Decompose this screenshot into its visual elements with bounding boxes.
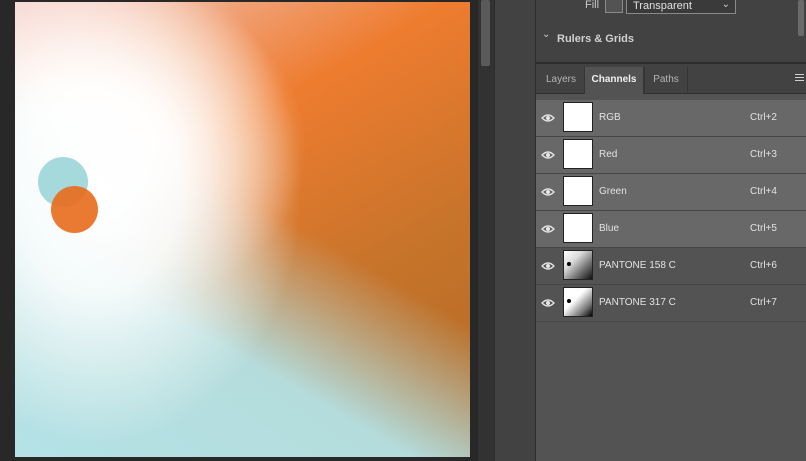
panel-menu-icon[interactable]: [795, 74, 804, 82]
document-canvas[interactable]: [15, 2, 470, 457]
channel-name: Blue: [599, 223, 620, 234]
tab-layers[interactable]: Layers: [538, 67, 584, 94]
channel-row-red[interactable]: Red Ctrl+3: [536, 137, 806, 174]
panel-tabs: Layers Channels Paths: [536, 64, 806, 94]
channel-row-pantone-317[interactable]: PANTONE 317 C Ctrl+7: [536, 285, 806, 322]
channel-shortcut: Ctrl+6: [750, 260, 777, 271]
channel-thumbnail: [563, 287, 593, 317]
channel-shortcut: Ctrl+4: [750, 186, 777, 197]
fill-dropdown[interactable]: Transparent ⌄: [626, 0, 736, 14]
channel-row-pantone-158[interactable]: PANTONE 158 C Ctrl+6: [536, 248, 806, 285]
eye-icon[interactable]: [541, 150, 555, 160]
panel-dock-column: [494, 0, 536, 461]
channel-shortcut: Ctrl+7: [750, 297, 777, 308]
eye-icon[interactable]: [541, 298, 555, 308]
orange-circle: [51, 186, 98, 233]
channel-thumbnail: [563, 250, 593, 280]
channel-shortcut: Ctrl+2: [750, 112, 777, 123]
right-panel: Fill Transparent ⌄ ⌄ Rulers & Grids Laye…: [536, 0, 806, 461]
channel-name: Green: [599, 186, 627, 197]
channel-row-green[interactable]: Green Ctrl+4: [536, 174, 806, 211]
channel-thumbnail: [563, 102, 593, 132]
chevron-down-icon: ⌄: [542, 30, 551, 40]
eye-icon[interactable]: [541, 224, 555, 234]
channel-name: Red: [599, 149, 618, 160]
section-rulers-grids[interactable]: ⌄ Rulers & Grids: [542, 30, 742, 42]
tab-paths[interactable]: Paths: [644, 67, 688, 94]
channels-list: RGB Ctrl+2 Red Ctrl+3 Green Ctrl+4 Blue …: [536, 100, 806, 322]
channel-thumbnail: [563, 213, 593, 243]
canvas-area[interactable]: [0, 0, 478, 461]
canvas-scrollbar[interactable]: [478, 0, 494, 461]
tab-channels[interactable]: Channels: [584, 67, 644, 94]
eye-icon[interactable]: [541, 187, 555, 197]
fill-color-swatch[interactable]: [605, 0, 623, 13]
channel-row-rgb[interactable]: RGB Ctrl+2: [536, 100, 806, 137]
channel-name: RGB: [599, 112, 621, 123]
channel-shortcut: Ctrl+5: [750, 223, 777, 234]
section-title: Rulers & Grids: [557, 33, 635, 42]
channel-name: PANTONE 317 C: [599, 297, 676, 308]
scrollbar-thumb[interactable]: [481, 0, 490, 66]
chevron-down-icon: ⌄: [721, 0, 730, 10]
fill-dropdown-value: Transparent: [633, 0, 692, 12]
channel-row-blue[interactable]: Blue Ctrl+5: [536, 211, 806, 248]
channel-name: PANTONE 158 C: [599, 260, 676, 271]
channel-shortcut: Ctrl+3: [750, 149, 777, 160]
channel-thumbnail: [563, 176, 593, 206]
properties-panel: Fill Transparent ⌄ ⌄ Rulers & Grids: [536, 0, 806, 64]
eye-icon[interactable]: [541, 113, 555, 123]
fill-label: Fill: [585, 0, 600, 11]
channel-thumbnail: [563, 139, 593, 169]
properties-scrollbar[interactable]: [798, 0, 804, 36]
eye-icon[interactable]: [541, 261, 555, 271]
